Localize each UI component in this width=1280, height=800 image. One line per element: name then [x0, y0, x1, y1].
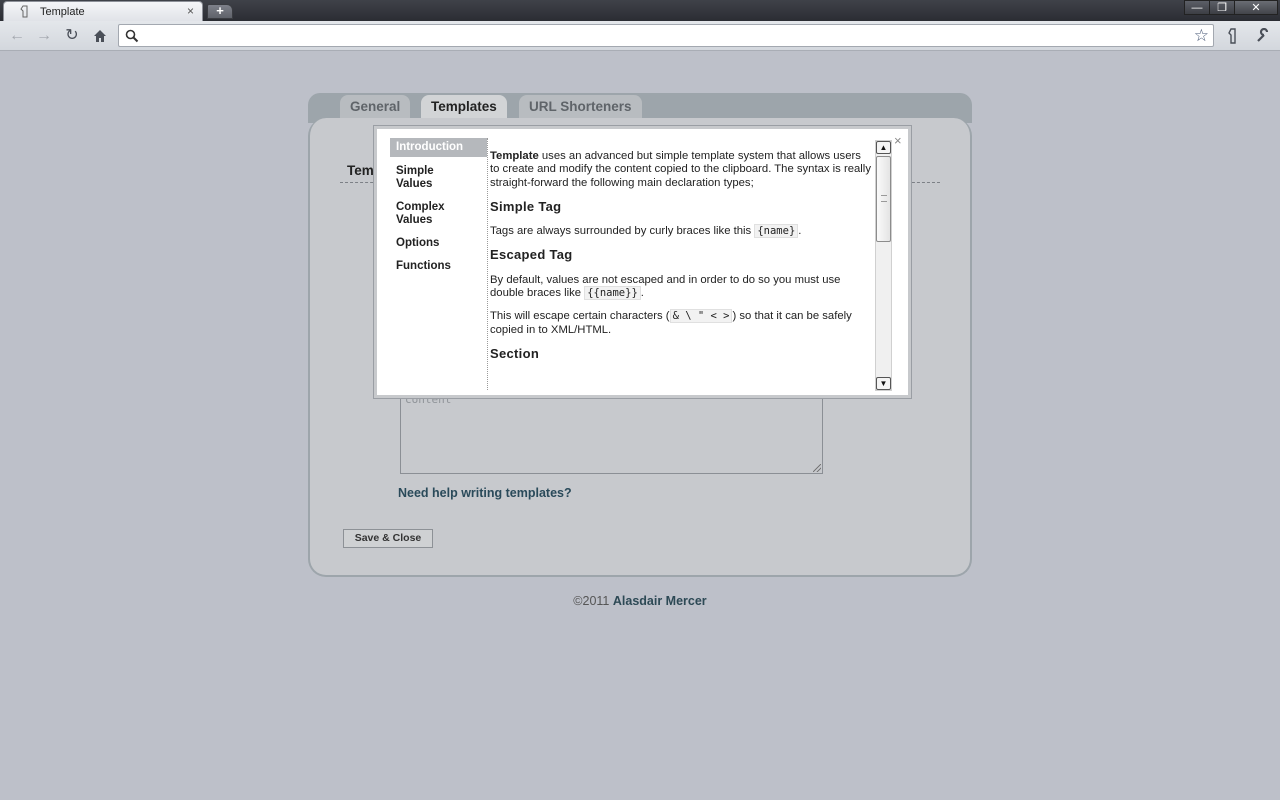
escaped-p2-code: & \ " < >	[669, 309, 733, 324]
help-nav-simple-values[interactable]: Simple Values	[390, 163, 450, 193]
escaped-tag-heading: Escaped Tag	[490, 247, 573, 263]
simple-tag-code: {name}	[754, 224, 799, 239]
tab-templates[interactable]: Templates	[421, 95, 507, 119]
template-favicon-icon	[20, 5, 28, 18]
back-arrow-icon[interactable]: ←	[6, 25, 28, 47]
escaped-p1-text: By default, values are not escaped and i…	[490, 273, 841, 300]
content-textarea[interactable]: content	[400, 389, 823, 474]
help-nav: Introduction Simple Values Complex Value…	[390, 138, 488, 390]
tab-url-shorteners[interactable]: URL Shorteners	[519, 95, 642, 119]
simple-tag-heading: Simple Tag	[490, 198, 562, 214]
scroll-thumb[interactable]	[876, 156, 891, 242]
help-nav-complex-values[interactable]: Complex Values	[390, 199, 456, 229]
simple-tag-paragraph: Tags are always surrounded by curly brac…	[490, 224, 872, 239]
section-heading: Tem	[347, 163, 374, 178]
scroll-up-icon[interactable]: ▲	[876, 141, 891, 154]
restore-icon[interactable]: ❐	[1209, 0, 1235, 15]
wrench-icon[interactable]	[1252, 25, 1274, 47]
search-icon	[125, 29, 139, 43]
reload-icon[interactable]: ↻	[61, 25, 83, 47]
simple-tag-text: Tags are always surrounded by curly brac…	[490, 225, 755, 238]
browser-title-bar: Template × + — ❐ ✕	[0, 0, 1280, 22]
save-close-button[interactable]: Save & Close	[343, 529, 433, 548]
browser-tab[interactable]: Template ×	[3, 1, 203, 22]
section-tag-heading: Section	[490, 345, 540, 361]
resize-grip-icon[interactable]	[813, 464, 821, 472]
intro-paragraph: Template uses an advanced but simple tem…	[490, 150, 872, 190]
intro-strong: Template	[490, 150, 539, 162]
footer-copyright: ©2011	[573, 594, 613, 608]
new-tab-button[interactable]: +	[207, 4, 233, 19]
help-nav-introduction[interactable]: Introduction	[390, 138, 487, 157]
minimize-icon[interactable]: —	[1184, 0, 1210, 15]
page-menu-icon[interactable]	[1222, 25, 1244, 47]
bookmark-star-icon[interactable]: ☆	[1194, 26, 1209, 46]
forward-arrow-icon[interactable]: →	[33, 25, 55, 47]
address-bar[interactable]: ☆	[118, 24, 1214, 47]
tab-title: Template	[40, 6, 85, 18]
help-nav-options[interactable]: Options	[390, 235, 487, 252]
close-window-icon[interactable]: ✕	[1234, 0, 1278, 15]
home-icon[interactable]	[89, 25, 111, 47]
intro-text: uses an advanced but simple template sys…	[490, 150, 871, 189]
scroll-grip-icon	[881, 195, 887, 202]
help-modal: Introduction Simple Values Complex Value…	[374, 126, 911, 398]
help-content: Template uses an advanced but simple tem…	[490, 150, 872, 390]
escaped-p1-after: .	[640, 287, 644, 300]
browser-toolbar: ← → ↻ ☆	[0, 21, 1280, 51]
tab-close-icon[interactable]: ×	[187, 4, 194, 18]
simple-tag-after: .	[798, 225, 802, 238]
help-nav-functions[interactable]: Functions	[390, 258, 487, 275]
escaped-tag-paragraph-1: By default, values are not escaped and i…	[490, 274, 872, 301]
modal-close-icon[interactable]: ×	[894, 133, 902, 148]
escaped-p2-text: This will escape certain characters (	[490, 310, 670, 323]
escaped-tag-paragraph-2: This will escape certain characters (& \…	[490, 309, 872, 337]
help-link[interactable]: Need help writing templates?	[398, 486, 572, 500]
footer-author-link[interactable]: Alasdair Mercer	[613, 594, 707, 608]
escaped-p1-code: {{name}}	[584, 286, 641, 301]
footer: ©2011 Alasdair Mercer	[0, 594, 1280, 608]
scroll-down-icon[interactable]: ▼	[876, 377, 891, 390]
help-scrollbar[interactable]: ▲ ▼	[875, 140, 892, 391]
tab-general[interactable]: General	[340, 95, 411, 119]
